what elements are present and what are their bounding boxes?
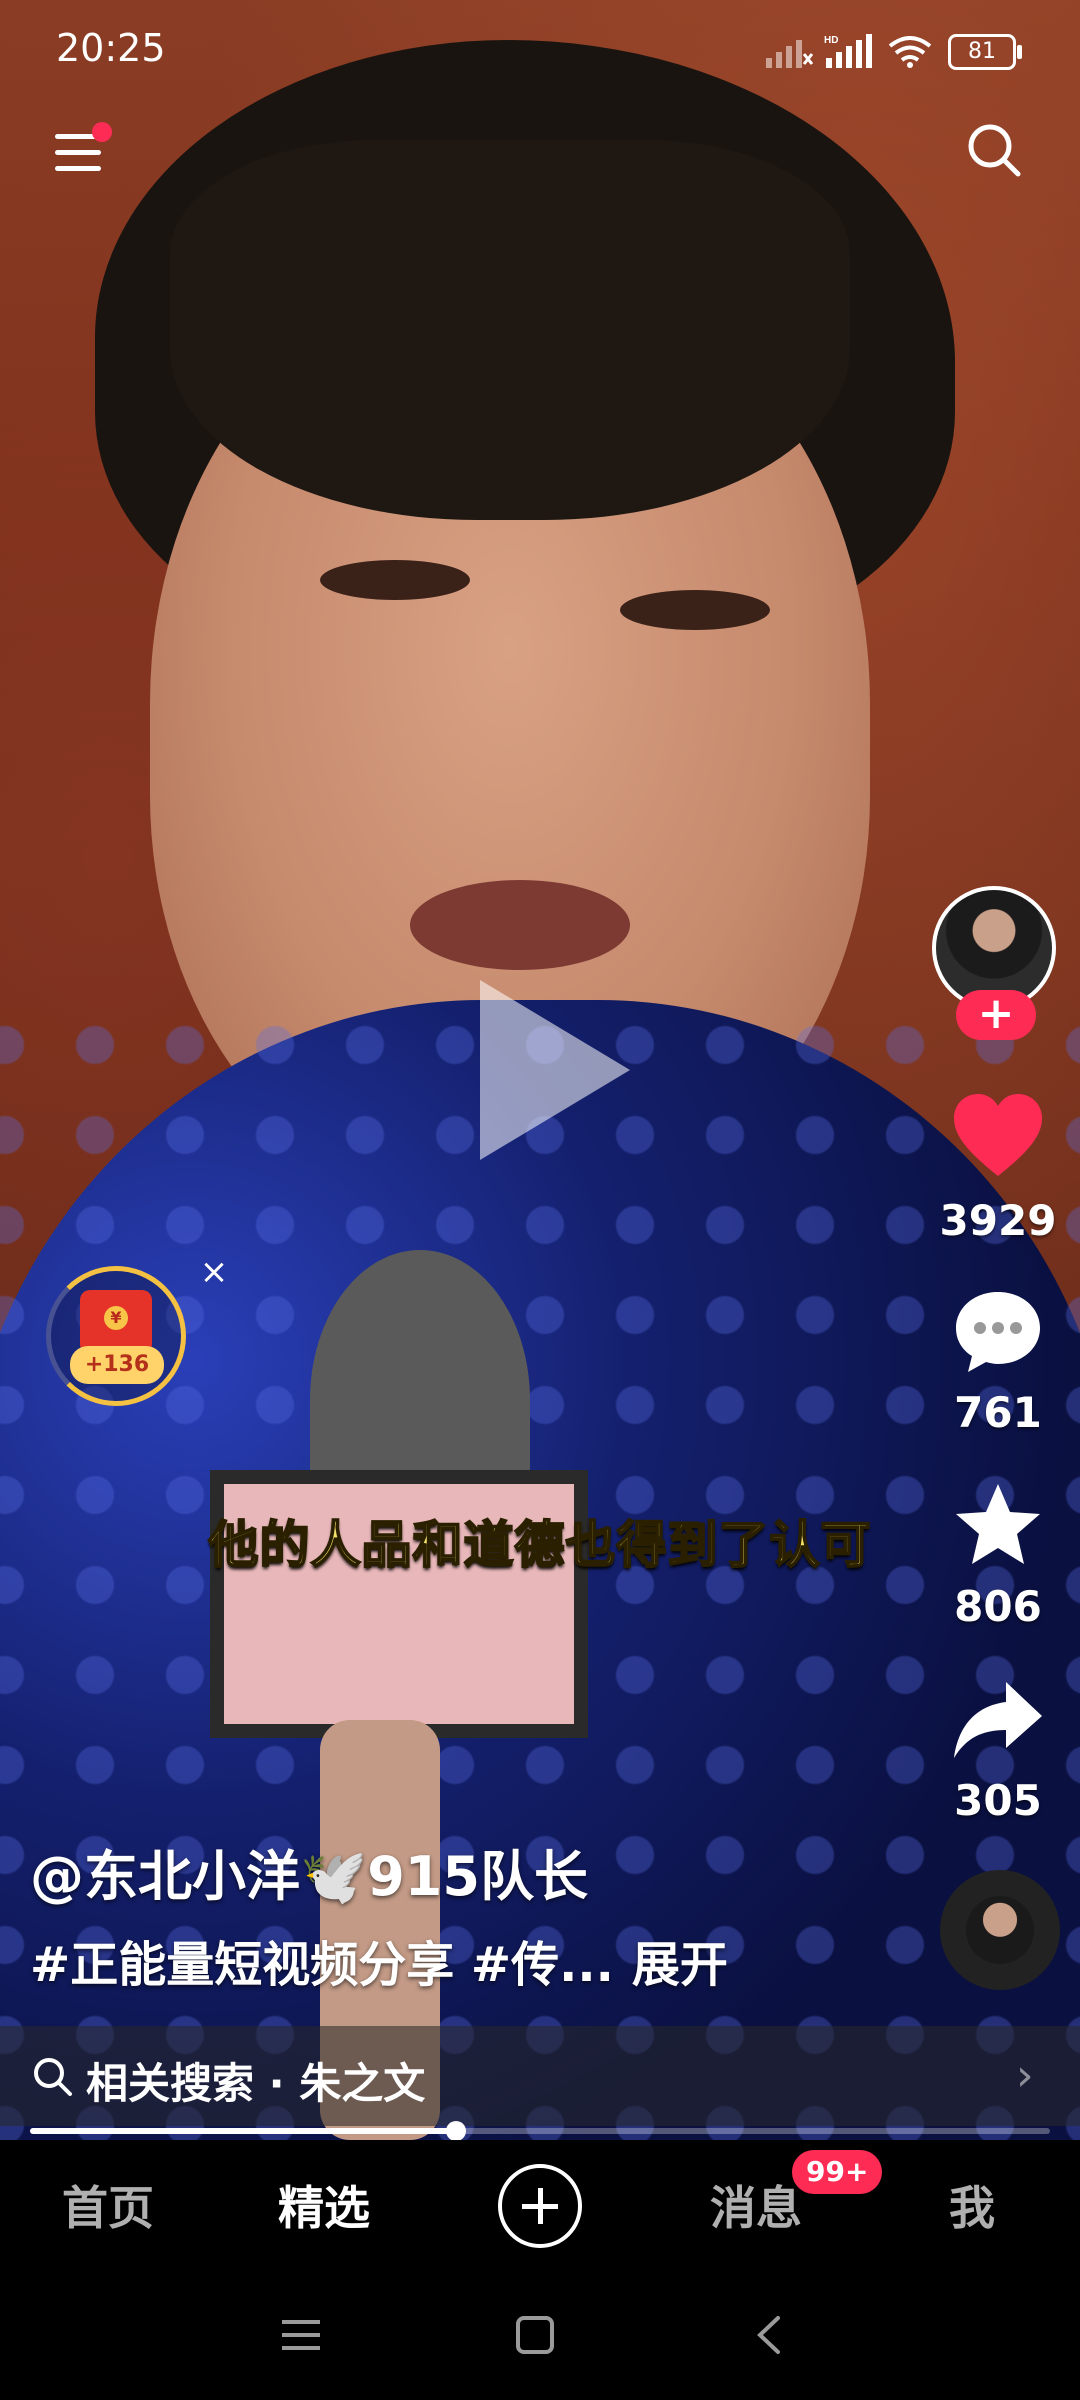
messages-badge: 99+	[792, 2150, 883, 2194]
comment-icon[interactable]	[950, 1284, 1046, 1380]
follow-button[interactable]: +	[956, 990, 1036, 1040]
wifi-icon	[888, 36, 932, 68]
video-figure-fringe	[170, 140, 850, 520]
play-icon[interactable]	[480, 980, 630, 1160]
nav-me[interactable]: 我	[892, 2172, 1052, 2238]
related-search-text: 相关搜索 · 朱之文	[86, 2059, 426, 2108]
related-search-bar[interactable]: 相关搜索 · 朱之文 ›	[0, 2026, 1080, 2126]
author-name[interactable]: @东北小洋🕊️915队长	[30, 1832, 588, 1911]
share-arrow-icon[interactable]	[950, 1672, 1046, 1768]
recents-menu-icon[interactable]	[276, 2310, 326, 2360]
music-disc-cover	[966, 1896, 1034, 1964]
battery-indicator: 81	[948, 34, 1022, 70]
favorite-star-icon[interactable]	[950, 1478, 1046, 1574]
expand-link[interactable]: 展开	[632, 1937, 728, 1993]
status-bar: 20:25 HD 81	[0, 0, 1080, 100]
video-figure-eye	[620, 590, 770, 630]
search-icon	[34, 2058, 72, 2096]
system-nav-bar	[0, 2270, 1080, 2400]
favorite-count: 806	[954, 1582, 1042, 1631]
video-figure-mouth	[410, 880, 630, 970]
svg-text:HD: HD	[824, 35, 838, 46]
back-chevron-icon[interactable]	[746, 2310, 796, 2360]
home-square-icon[interactable]	[510, 2310, 560, 2360]
nav-home[interactable]: 首页	[28, 2172, 188, 2238]
create-plus-icon[interactable]	[498, 2164, 582, 2248]
nav-featured[interactable]: 精选	[244, 2172, 404, 2238]
video-figure-eye	[320, 560, 470, 600]
video-subtitle: 他的人品和道德也得到了认可	[208, 1515, 872, 1575]
like-heart-icon[interactable]	[950, 1090, 1046, 1186]
notification-dot	[92, 122, 112, 142]
video-progress-fill	[30, 2128, 457, 2134]
bottom-nav: 首页 精选 消息 我	[0, 2140, 1080, 2270]
comment-count: 761	[954, 1388, 1042, 1437]
red-packet-bonus: +136	[70, 1346, 164, 1384]
red-packet-close-icon[interactable]: ×	[194, 1252, 234, 1292]
chevron-right-icon: ›	[1016, 2050, 1034, 2101]
search-icon[interactable]	[964, 120, 1024, 180]
status-time: 20:25	[56, 26, 166, 70]
signal-hd-icon: HD	[824, 34, 872, 68]
video-feed-screen: 他的人品和道德也得到了认可 20:25 HD 81 + 3929 761 806…	[0, 0, 1080, 2400]
signal-weak-icon	[766, 40, 814, 68]
video-progress-bar[interactable]	[30, 2121, 1050, 2141]
share-count: 305	[954, 1776, 1042, 1825]
video-description[interactable]: #正能量短视频分享 #传... 展开	[30, 1925, 728, 1995]
like-count: 3929	[939, 1196, 1057, 1245]
description-text[interactable]: #正能量短视频分享 #传...	[30, 1937, 614, 1993]
red-packet-seal: ¥	[104, 1306, 128, 1330]
video-player[interactable]: 他的人品和道德也得到了认可	[0, 0, 1080, 2140]
